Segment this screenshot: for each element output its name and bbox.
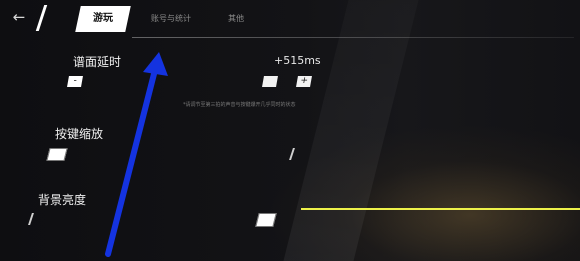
- annotation-arrow-icon: [105, 52, 168, 257]
